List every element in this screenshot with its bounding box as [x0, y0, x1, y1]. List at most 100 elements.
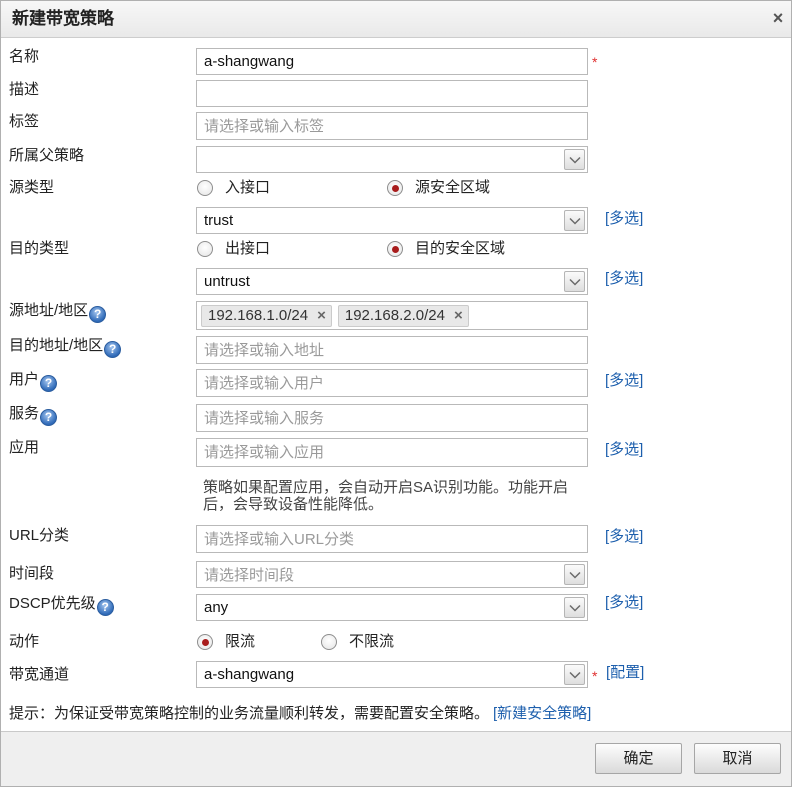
application-hint-line: 策略如果配置应用，会自动开启SA识别功能。功能开启	[203, 479, 569, 496]
radio-no-rate-limit[interactable]	[321, 634, 337, 650]
chevron-down-icon	[568, 217, 581, 225]
radio-rate-limit-label: 限流	[225, 633, 256, 650]
parent-policy-label: 所属父策略	[9, 147, 85, 164]
tags-input[interactable]	[196, 112, 588, 140]
url-category-label: URL分类	[9, 527, 70, 544]
user-input[interactable]	[196, 369, 588, 397]
dropdown-button[interactable]	[564, 210, 585, 231]
user-label: 用户?	[9, 370, 58, 392]
chevron-down-icon	[568, 571, 581, 579]
service-label: 服务?	[9, 404, 58, 426]
dropdown-button[interactable]	[564, 271, 585, 292]
service-label-text: 服务	[9, 405, 40, 422]
application-hint-line: 后，会导致设备性能降低。	[203, 496, 384, 513]
name-input[interactable]	[196, 48, 588, 75]
source-address-label-text: 源地址/地区	[9, 302, 89, 319]
radio-option-destination-security-zone[interactable]: 目的安全区域	[387, 239, 505, 259]
application-multi-select-link[interactable]: [多选]	[605, 440, 643, 460]
notice: 提示：为保证受带宽策略控制的业务流量顺利转发，需要配置安全策略。 [新建安全策略]	[9, 704, 591, 724]
radio-source-security-zone[interactable]	[387, 180, 403, 196]
dialog-title: 新建带宽策略	[12, 9, 114, 28]
dscp-priority-select[interactable]: any	[196, 594, 588, 621]
url-category-input[interactable]	[196, 525, 588, 553]
new-security-policy-link[interactable]: [新建安全策略]	[493, 705, 591, 722]
chevron-down-icon	[568, 604, 581, 612]
help-icon[interactable]: ?	[96, 599, 114, 616]
time-range-select[interactable]: 请选择时间段	[196, 561, 588, 588]
dscp-priority-value: any	[204, 599, 229, 616]
radio-source-security-zone-label: 源安全区域	[415, 179, 491, 196]
source-type-label: 源类型	[9, 179, 55, 196]
chevron-down-icon	[568, 156, 581, 164]
radio-option-ingress-interface[interactable]: 入接口	[197, 178, 270, 198]
source-zone-multi-select-link[interactable]: [多选]	[605, 209, 643, 229]
source-zone-value: trust	[204, 212, 234, 229]
source-zone-select[interactable]: trust	[196, 207, 588, 234]
tag-remove-icon[interactable]: ×	[454, 306, 463, 326]
dropdown-button[interactable]	[564, 149, 585, 170]
destination-address-input[interactable]	[196, 336, 588, 364]
radio-rate-limit[interactable]	[197, 634, 213, 650]
close-icon[interactable]: ×	[769, 8, 787, 28]
time-range-placeholder: 请选择时间段	[204, 567, 295, 584]
source-address-input[interactable]: 192.168.1.0/24 × 192.168.2.0/24 ×	[196, 301, 588, 330]
ok-button[interactable]: 确定	[595, 743, 682, 774]
radio-option-rate-limit[interactable]: 限流	[197, 632, 255, 652]
help-icon[interactable]: ?	[104, 341, 122, 358]
dropdown-button[interactable]	[564, 664, 585, 685]
address-tag: 192.168.1.0/24 ×	[201, 304, 332, 327]
bandwidth-channel-config-link[interactable]: [配置]	[606, 663, 644, 683]
radio-no-rate-limit-label: 不限流	[349, 633, 395, 650]
name-required-mark: *	[592, 54, 598, 70]
application-input[interactable]	[196, 438, 588, 467]
destination-type-label: 目的类型	[9, 240, 70, 257]
radio-egress-interface[interactable]	[197, 241, 213, 257]
name-label: 名称	[9, 48, 40, 65]
help-icon[interactable]: ?	[40, 375, 58, 392]
chevron-down-icon	[568, 671, 581, 679]
tags-label: 标签	[9, 113, 40, 130]
radio-option-source-security-zone[interactable]: 源安全区域	[387, 178, 490, 198]
destination-zone-multi-select-link[interactable]: [多选]	[605, 269, 643, 289]
radio-ingress-interface-label: 入接口	[225, 179, 271, 196]
chevron-down-icon	[568, 278, 581, 286]
destination-address-label: 目的地址/地区?	[9, 336, 122, 358]
dscp-priority-multi-select-link[interactable]: [多选]	[605, 593, 643, 613]
notice-text: 提示：为保证受带宽策略控制的业务流量顺利转发，需要配置安全策略。	[9, 705, 490, 722]
radio-destination-security-zone[interactable]	[387, 241, 403, 257]
dropdown-button[interactable]	[564, 564, 585, 585]
user-label-text: 用户	[9, 371, 40, 388]
url-category-multi-select-link[interactable]: [多选]	[605, 527, 643, 547]
help-icon[interactable]: ?	[89, 306, 107, 323]
radio-option-no-rate-limit[interactable]: 不限流	[321, 632, 394, 652]
radio-egress-interface-label: 出接口	[225, 240, 271, 257]
bandwidth-channel-value: a-shangwang	[204, 666, 295, 683]
dscp-priority-label-text: DSCP优先级	[9, 595, 96, 612]
source-address-label: 源地址/地区?	[9, 301, 107, 323]
destination-zone-select[interactable]: untrust	[196, 268, 588, 295]
cancel-button[interactable]: 取消	[694, 743, 781, 774]
radio-option-egress-interface[interactable]: 出接口	[197, 239, 270, 259]
service-input[interactable]	[196, 404, 588, 432]
dscp-priority-label: DSCP优先级?	[9, 594, 114, 616]
address-tag: 192.168.2.0/24 ×	[337, 304, 469, 327]
help-icon[interactable]: ?	[40, 409, 58, 426]
address-tag-text: 192.168.2.0/24	[344, 307, 445, 324]
description-label: 描述	[9, 81, 40, 98]
radio-ingress-interface[interactable]	[197, 180, 213, 196]
description-input[interactable]	[196, 80, 588, 107]
parent-policy-select[interactable]	[196, 146, 588, 173]
user-multi-select-link[interactable]: [多选]	[605, 371, 643, 391]
destination-zone-value: untrust	[204, 273, 250, 290]
new-bandwidth-policy-dialog: 新建带宽策略 × 名称 * 描述 标签 所属父策略 源类型 入接口 源安全区域 …	[0, 0, 792, 787]
bandwidth-channel-select[interactable]: a-shangwang	[196, 661, 588, 688]
bandwidth-channel-required-mark: *	[592, 668, 598, 684]
destination-address-label-text: 目的地址/地区	[9, 337, 104, 354]
dropdown-button[interactable]	[564, 597, 585, 618]
bandwidth-channel-label: 带宽通道	[9, 666, 70, 683]
application-hint: 策略如果配置应用，会自动开启SA识别功能。功能开启 后，会导致设备性能降低。	[203, 479, 568, 513]
dialog-header: 新建带宽策略 ×	[0, 0, 792, 38]
address-tag-text: 192.168.1.0/24	[208, 307, 309, 324]
tag-remove-icon[interactable]: ×	[317, 306, 326, 326]
application-label: 应用	[9, 439, 40, 456]
